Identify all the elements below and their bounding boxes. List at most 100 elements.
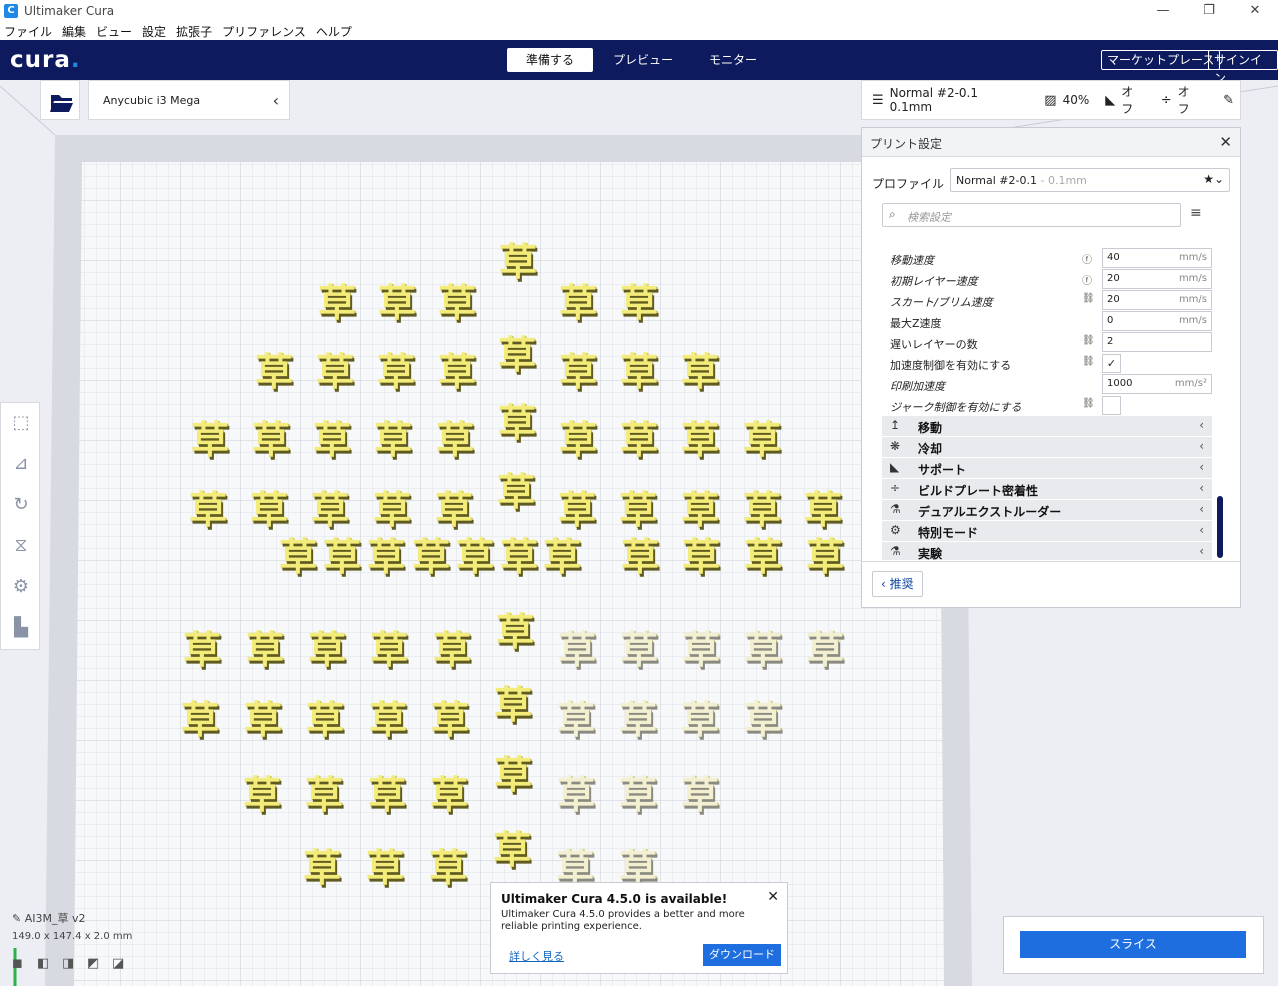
tab-prepare[interactable]: 準備する [507,48,593,72]
link-icon[interactable]: ⛓ [1082,293,1095,304]
menu-help[interactable]: ヘルプ [316,23,352,40]
model-object[interactable]: 草 [496,401,538,445]
model-object[interactable]: 草 [556,488,598,532]
model-object[interactable]: 草 [321,535,363,579]
category-cooling-fan[interactable]: ❋ 冷却 ‹ [882,437,1212,457]
model-object[interactable]: 草 [303,773,345,817]
model-object[interactable]: 草 [304,698,346,742]
model-object[interactable]: 草 [618,628,660,672]
model-object[interactable]: 草 [804,535,846,579]
model-object[interactable]: 草 [494,610,536,654]
model-object[interactable]: 草 [368,628,410,672]
model-object[interactable]: 草 [617,698,659,742]
setting-value-field[interactable]: 40 mm/s [1102,248,1212,268]
model-object[interactable]: 草 [497,240,539,284]
model-object[interactable]: 草 [301,846,343,890]
model-object[interactable]: 草 [541,535,583,579]
setting-value-field[interactable]: 20 mm/s [1102,290,1212,310]
model-object[interactable]: 草 [741,418,783,462]
category-travel[interactable]: ↥ 移動 ‹ [882,416,1212,436]
model-object[interactable]: 草 [555,698,597,742]
link-icon[interactable]: ⛓ [1082,356,1095,367]
model-object[interactable]: 草 [492,683,534,727]
setting-value-field[interactable]: 20 mm/s [1102,269,1212,289]
model-object[interactable]: 草 [253,350,295,394]
model-object[interactable]: 草 [179,698,221,742]
model-object[interactable]: 草 [434,418,476,462]
tab-preview[interactable]: プレビュー [600,48,686,72]
model-object[interactable]: 草 [680,628,722,672]
function-icon[interactable]: ⓕ [1082,272,1092,287]
menu-settings[interactable]: 設定 [142,23,166,40]
model-object[interactable]: 草 [679,773,721,817]
model-object[interactable]: 草 [428,773,470,817]
category-support[interactable]: ◣ サポート ‹ [882,458,1212,478]
model-object[interactable]: 草 [679,488,721,532]
model-object[interactable]: 草 [802,488,844,532]
model-object[interactable]: 草 [250,418,292,462]
settings-list[interactable]: 移動速度 ⓕ 40 mm/s 初期レイヤー速度 ⓕ 20 mm/s スカート/ブリム速度 ⛓ 20 m… [882,240,1212,560]
support-blocker-icon[interactable]: ▙ [1,608,41,648]
category-adhesion[interactable]: ÷ ビルドプレート密着性 ‹ [882,479,1212,499]
front-view-icon[interactable]: ◧ [37,956,62,971]
function-icon[interactable]: ⓕ [1082,251,1092,266]
model-object[interactable]: 草 [242,698,284,742]
model-object[interactable]: 草 [492,753,534,797]
model-object[interactable]: 草 [555,773,597,817]
3d-view-icon[interactable]: ◼ [12,956,37,971]
mirror-tool-icon[interactable]: ⧖ [1,526,41,566]
model-object[interactable]: 草 [804,628,846,672]
model-object[interactable]: 草 [241,773,283,817]
model-object[interactable]: 草 [436,350,478,394]
model-object[interactable]: 草 [427,846,469,890]
model-object[interactable]: 草 [618,418,660,462]
model-object[interactable]: 草 [309,488,351,532]
model-object[interactable]: 草 [679,698,721,742]
recommended-button[interactable]: ‹ 推奨 [872,571,923,597]
model-object[interactable]: 草 [436,281,478,325]
slice-button[interactable]: スライス [1020,931,1246,958]
link-icon[interactable]: ⛓ [1082,398,1095,409]
settings-menu-icon[interactable]: ≡ [1190,205,1202,221]
model-object[interactable]: 草 [367,698,409,742]
model-object[interactable]: 草 [679,350,721,394]
model-object[interactable]: 草 [618,350,660,394]
model-object[interactable]: 草 [617,488,659,532]
model-object[interactable]: 草 [618,281,660,325]
left-view-icon[interactable]: ◩ [87,956,112,971]
per-model-settings-icon[interactable]: ⚙ [1,567,41,607]
menu-view[interactable]: ビュー [96,23,132,40]
model-object[interactable]: 草 [187,488,229,532]
model-object[interactable]: 草 [371,488,413,532]
model-object[interactable]: 草 [306,628,348,672]
model-object[interactable]: 草 [498,535,540,579]
marketplace-button[interactable]: マーケットプレース [1101,50,1221,70]
model-object[interactable]: 草 [364,846,406,890]
link-icon[interactable]: ⛓ [1082,335,1095,346]
model-object[interactable]: 草 [742,698,784,742]
category-experimental[interactable]: ⚗ 実験 ‹ [882,542,1212,560]
model-object[interactable]: 草 [311,418,353,462]
category-special-mode[interactable]: ⚙ 特別モード ‹ [882,521,1212,541]
model-object[interactable]: 草 [496,333,538,377]
model-object[interactable]: 草 [557,418,599,462]
rotate-tool-icon[interactable]: ↻ [1,485,41,525]
profile-dropdown[interactable]: Normal #2-0.1 - 0.1mm ★⌄ [950,168,1230,192]
maximize-icon[interactable]: ❐ [1186,0,1232,22]
scale-tool-icon[interactable]: ⊿ [1,444,41,484]
model-object[interactable]: 草 [491,828,533,872]
menu-edit[interactable]: 編集 [62,23,86,40]
setting-value-field[interactable]: 1000 mm/s² [1102,374,1212,394]
close-window-icon[interactable]: ✕ [1232,0,1278,22]
model-object[interactable]: 草 [495,470,537,514]
print-setup-selector[interactable]: ☰ Normal #2-0.1 0.1mm ▨ 40% ◣ オフ ÷ オフ ✎ [861,80,1241,120]
model-object[interactable]: 草 [189,418,231,462]
model-object[interactable]: 草 [429,698,471,742]
learn-more-link[interactable]: 詳しく見る [509,948,564,964]
model-object[interactable]: 草 [557,281,599,325]
model-object[interactable]: 草 [316,281,358,325]
search-input[interactable]: ⌕ 検索設定 [882,203,1181,227]
model-object[interactable]: 草 [248,488,290,532]
open-file-button[interactable] [40,80,80,120]
setting-checkbox[interactable] [1102,396,1121,415]
